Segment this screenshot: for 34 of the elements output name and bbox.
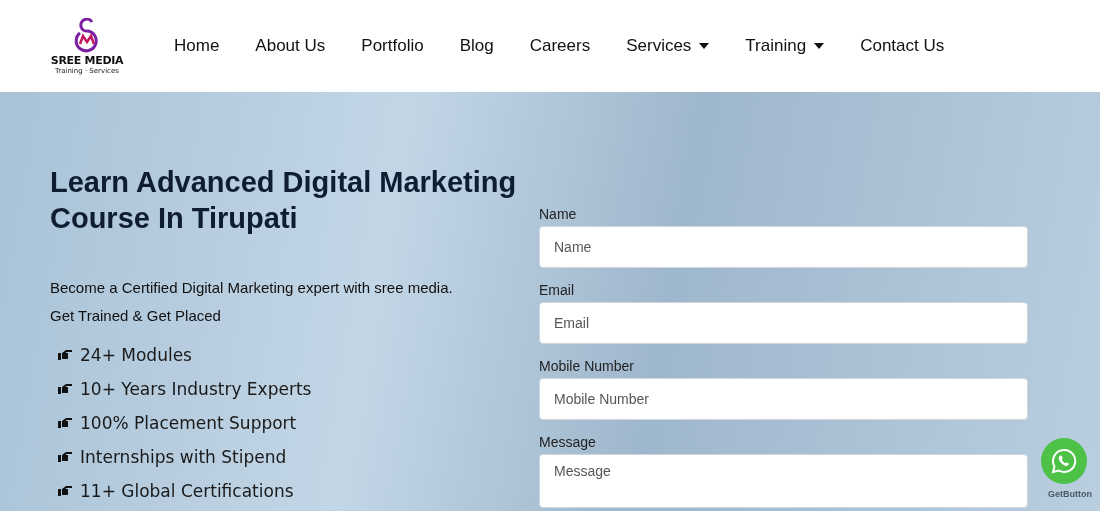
input-field[interactable]: Name (539, 226, 1028, 268)
pointing-hand-icon (58, 418, 72, 428)
whatsapp-button[interactable] (1041, 438, 1087, 484)
nav-link[interactable]: Contact Us (860, 36, 945, 56)
pointing-hand-icon (58, 350, 72, 360)
input-field[interactable]: Email (539, 302, 1028, 344)
input-field[interactable]: Mobile Number (539, 378, 1028, 420)
hero-title: Learn Advanced Digital Marketing Course In Tirupati (50, 165, 518, 236)
feature-item: 24+ Modules (80, 344, 192, 367)
nav-link[interactable]: Blog (459, 36, 494, 56)
nav-link[interactable]: Portfolio (361, 36, 424, 56)
pointing-hand-icon (58, 384, 72, 394)
field-label: Name (539, 206, 578, 222)
chat-phone-icon (1051, 448, 1077, 474)
nav-link[interactable]: Careers (529, 36, 591, 56)
pointing-hand-icon (58, 486, 72, 496)
feature-item: Internships with Stipend (80, 446, 287, 469)
nav-link[interactable]: Training (745, 36, 825, 56)
feature-item: 10+ Years Industry Experts (80, 378, 312, 401)
nav-link[interactable]: Home (174, 36, 220, 56)
caret-icon (814, 43, 825, 49)
widget-caption: GetButton (1048, 489, 1092, 499)
caret-icon (699, 43, 710, 49)
hero-description: Become a Certified Digital Marketing expert with sree media. Get Trained & Get Placed (50, 278, 454, 326)
pointing-hand-icon (58, 452, 72, 462)
nav-link[interactable]: About Us (255, 36, 326, 56)
feature-item: 100% Placement Support (80, 412, 297, 435)
feature-item: 11+ Global Certifications (80, 480, 294, 503)
field-label: Email (539, 282, 575, 298)
field-label: Message (539, 434, 597, 450)
nav-link[interactable]: Services (626, 36, 710, 56)
field-label: Mobile Number (539, 358, 635, 374)
logo-name: SREE MEDIA (50, 53, 124, 67)
message-field[interactable]: Message (539, 454, 1028, 508)
